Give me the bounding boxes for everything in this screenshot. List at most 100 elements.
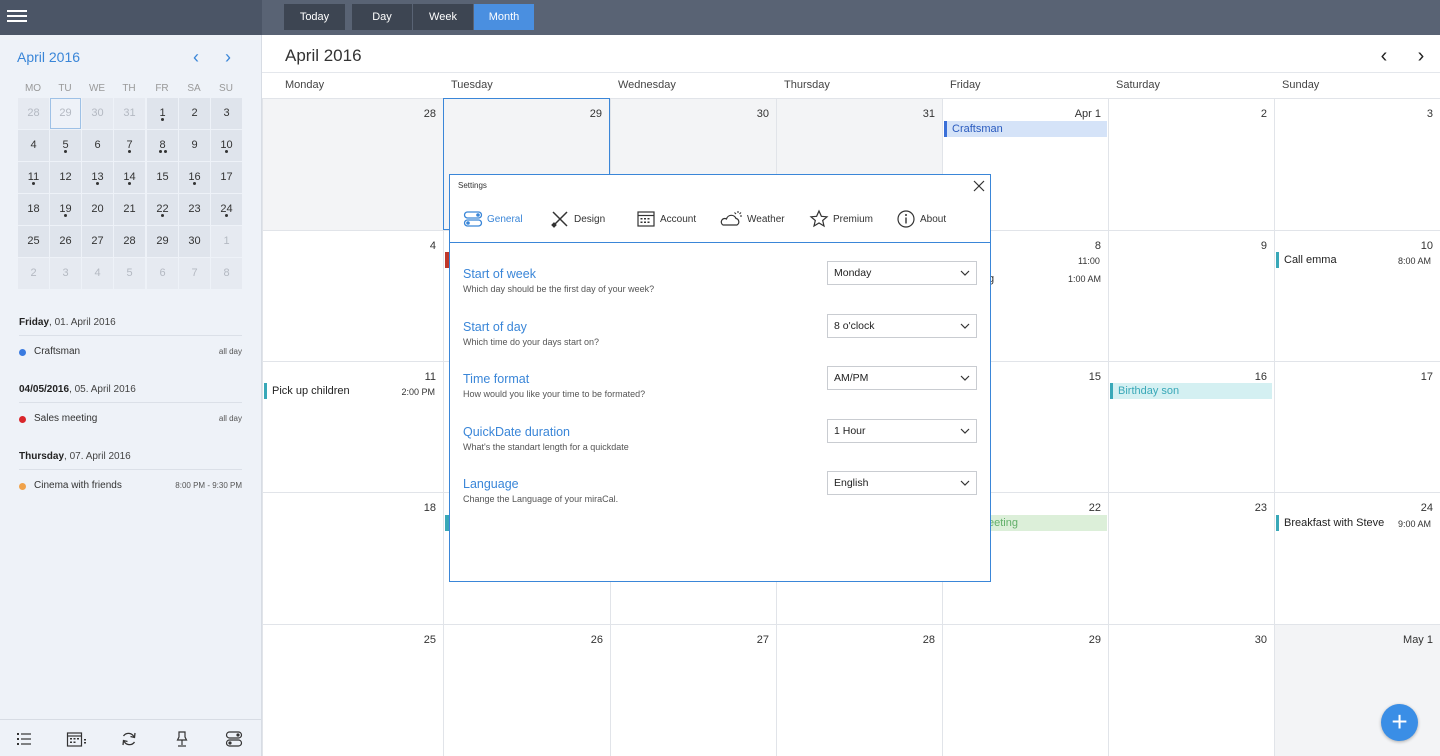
prev-month-icon[interactable]: ‹ [1373,45,1395,67]
mini-day-cell[interactable]: 25 [18,226,49,257]
day-cell[interactable]: 27 [610,624,776,756]
mini-next-month-icon[interactable]: › [218,47,238,67]
mini-day-cell[interactable]: 8 [147,130,178,161]
day-cell[interactable]: May 1 [1274,624,1440,756]
mini-day-cell[interactable]: 6 [82,130,113,161]
mini-day-cell[interactable]: 21 [114,194,145,225]
mini-day-cell[interactable]: 22 [147,194,178,225]
view-day-button[interactable]: Day [352,4,412,30]
day-number: 8 [1094,240,1101,252]
mini-day-cell[interactable]: 17 [211,162,242,193]
mini-prev-month-icon[interactable]: ‹ [186,47,206,67]
mini-day-cell[interactable]: 13 [82,162,113,193]
event-pick-up-children[interactable]: Pick up children 2:00 PM [264,383,440,399]
mini-day-cell[interactable]: 8 [211,258,242,289]
mini-day-cell[interactable]: 18 [18,194,49,225]
day-cell[interactable]: 25 [262,624,443,756]
event-dots [147,118,178,123]
event-birthday-son[interactable]: Birthday son [1110,383,1272,399]
tab-weather[interactable]: Weather [720,209,792,229]
day-cell[interactable]: 2 [1108,98,1274,230]
mini-day-cell[interactable]: 2 [179,98,210,129]
hamburger-menu-icon[interactable] [7,7,27,27]
tab-design[interactable]: Design [550,209,615,229]
day-cell[interactable]: 29 [942,624,1108,756]
day-cell[interactable]: 11 [262,361,443,492]
day-cell[interactable]: 24 [1274,492,1440,624]
day-cell[interactable]: 10 [1274,230,1440,361]
sync-icon[interactable] [120,730,138,748]
list-icon[interactable] [15,730,33,748]
mini-day-cell[interactable]: 29 [147,226,178,257]
mini-day-cell[interactable]: 14 [114,162,145,193]
tab-about[interactable]: About [896,209,956,229]
mini-day-cell[interactable]: 1 [147,98,178,129]
agenda-item[interactable]: Sales meeting all day [19,413,242,427]
mini-day-cell[interactable]: 2 [18,258,49,289]
day-cell[interactable]: 28 [776,624,942,756]
mini-day-cell[interactable]: 10 [211,130,242,161]
mini-day-cell[interactable]: 30 [82,98,113,129]
mini-day-cell[interactable]: 16 [179,162,210,193]
mini-day-cell[interactable]: 20 [82,194,113,225]
agenda-item[interactable]: Cinema with friends 8:00 PM - 9:30 PM [19,480,242,494]
day-cell[interactable]: 26 [443,624,610,756]
mini-day-cell[interactable]: 31 [114,98,145,129]
tab-premium[interactable]: Premium [809,209,879,229]
day-number: 18 [423,502,436,514]
setting-dropdown[interactable]: English [827,471,977,495]
setting-dropdown[interactable]: 8 o'clock [827,313,977,338]
mini-day-cell[interactable]: 5 [50,130,81,161]
mini-day-cell[interactable]: 28 [114,226,145,257]
mini-day-cell[interactable]: 26 [50,226,81,257]
mini-day-cell[interactable]: 11 [18,162,49,193]
mini-day-cell[interactable]: 4 [18,130,49,161]
agenda-item[interactable]: Craftsman all day [19,346,242,360]
mini-day-cell[interactable]: 3 [50,258,81,289]
day-cell[interactable]: 23 [1108,492,1274,624]
mini-day-cell[interactable]: 1 [211,226,242,257]
mini-day-cell[interactable]: 5 [114,258,145,289]
mini-day-cell[interactable]: 24 [211,194,242,225]
setting-dropdown[interactable]: 1 Hour [827,418,977,443]
mini-day-cell[interactable]: 15 [147,162,178,193]
mini-day-cell[interactable]: 7 [179,258,210,289]
mini-day-cell[interactable]: 23 [179,194,210,225]
pin-icon[interactable] [173,730,191,748]
mini-day-cell[interactable]: 28 [18,98,49,129]
day-cell[interactable]: 17 [1274,361,1440,492]
view-week-button[interactable]: Week [413,4,473,30]
mini-day-cell[interactable]: 12 [50,162,81,193]
day-cell[interactable]: 30 [1108,624,1274,756]
setting-dropdown[interactable]: Monday [827,261,977,285]
close-icon[interactable] [972,179,986,193]
mini-day-cell[interactable]: 6 [147,258,178,289]
event-craftsman[interactable]: Craftsman [944,121,1107,137]
mini-day-cell[interactable]: 27 [82,226,113,257]
settings-toggle-icon[interactable] [225,730,243,748]
day-cell[interactable]: 18 [262,492,443,624]
tab-general[interactable]: General [463,209,533,229]
mini-day-cell[interactable]: 3 [211,98,242,129]
day-cell[interactable]: 3 [1274,98,1440,230]
mini-day-cell[interactable]: 4 [82,258,113,289]
mini-day-cell[interactable]: 30 [179,226,210,257]
day-cell[interactable]: 28 [262,98,443,230]
mini-day-cell[interactable]: 29 [50,98,81,129]
next-month-icon[interactable]: › [1410,45,1432,67]
add-event-button[interactable]: + [1381,704,1418,741]
mini-day-cell[interactable]: 7 [114,130,145,161]
tab-account[interactable]: Account [636,209,706,229]
agenda-icon[interactable] [66,730,88,748]
day-cell[interactable]: 4 [262,230,443,361]
view-month-button[interactable]: Month [474,4,534,30]
day-number: 29 [589,108,602,120]
setting-dropdown[interactable]: AM/PM [827,366,977,390]
event-breakfast-with-steve[interactable]: Breakfast with Steve 9:00 AM [1276,515,1436,531]
mini-day-cell[interactable]: 9 [179,130,210,161]
mini-day-cell[interactable]: 19 [50,194,81,225]
day-cell[interactable]: 9 [1108,230,1274,361]
today-button[interactable]: Today [284,4,345,30]
event-call-emma[interactable]: Call emma 8:00 AM [1276,252,1436,268]
day-cell[interactable]: 16 [1108,361,1274,492]
